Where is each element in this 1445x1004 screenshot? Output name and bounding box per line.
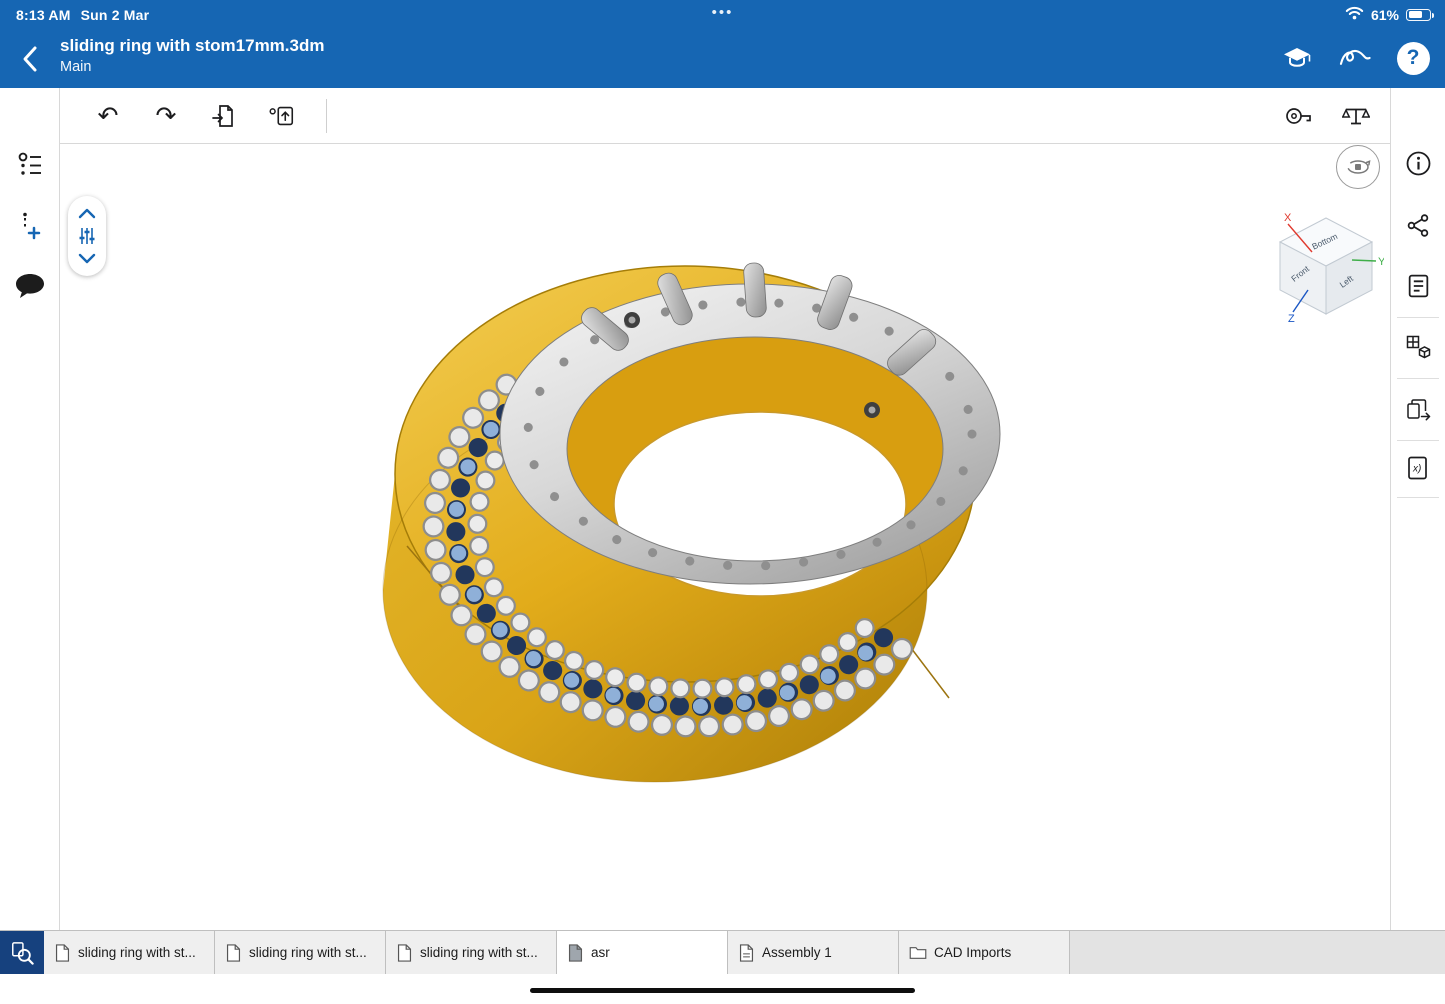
orbit-view-button[interactable] bbox=[1336, 145, 1380, 189]
learning-hub-button[interactable] bbox=[1279, 40, 1315, 76]
export-icon bbox=[211, 103, 237, 129]
filter-slider-button[interactable] bbox=[76, 227, 98, 245]
battery-icon bbox=[1406, 9, 1431, 21]
design-space-label: Main bbox=[60, 59, 324, 75]
document-icon bbox=[567, 943, 584, 963]
document-icon bbox=[54, 943, 71, 963]
undo-button[interactable]: ↶ bbox=[94, 102, 122, 130]
toolbar-divider bbox=[326, 99, 327, 133]
tab-label: Assembly 1 bbox=[762, 945, 832, 960]
status-bar: 8:13 AM Sun 2 Mar ••• 61% bbox=[0, 0, 1445, 30]
help-icon: ? bbox=[1397, 42, 1430, 75]
measure-button[interactable] bbox=[1284, 102, 1312, 130]
chevron-down-icon bbox=[77, 253, 97, 265]
document-icon bbox=[396, 943, 413, 963]
left-sidebar bbox=[0, 88, 60, 930]
tab-label: CAD Imports bbox=[934, 945, 1011, 960]
back-button[interactable] bbox=[14, 42, 46, 76]
tab-assembly-1[interactable]: Assembly 1 bbox=[728, 931, 899, 974]
notes-button[interactable] bbox=[1401, 269, 1435, 303]
axis-z-label: Z bbox=[1288, 313, 1295, 324]
step-down-button[interactable] bbox=[76, 250, 98, 268]
axis-y-label: Y bbox=[1378, 256, 1384, 268]
script-glyph: x) bbox=[1412, 463, 1421, 474]
axis-x-label: X bbox=[1284, 212, 1292, 224]
document-icon bbox=[225, 943, 242, 963]
balance-scale-icon bbox=[1342, 104, 1370, 128]
history-slider-control bbox=[68, 196, 106, 276]
orbit-icon bbox=[1345, 154, 1371, 180]
folder-icon bbox=[909, 945, 927, 961]
pencil-gestures-button[interactable] bbox=[1337, 40, 1373, 76]
redo-button[interactable]: ↷ bbox=[152, 102, 180, 130]
search-preview-button[interactable] bbox=[0, 931, 44, 974]
document-tab-bar: sliding ring with st... sliding ring wit… bbox=[0, 930, 1445, 974]
items-list-button[interactable] bbox=[14, 148, 46, 180]
grid-cube-icon bbox=[1405, 334, 1432, 361]
comments-button[interactable] bbox=[14, 270, 46, 302]
view-modes-button[interactable] bbox=[1401, 330, 1435, 364]
help-button[interactable]: ? bbox=[1395, 40, 1431, 76]
tab-document-1[interactable]: sliding ring with st... bbox=[44, 931, 215, 974]
measure-tape-icon bbox=[1284, 104, 1312, 128]
document-title: sliding ring with stom17mm.3dm bbox=[60, 36, 324, 56]
info-icon bbox=[1405, 150, 1432, 177]
export-button[interactable] bbox=[210, 102, 238, 130]
tab-cad-imports[interactable]: CAD Imports bbox=[899, 931, 1070, 974]
add-item-icon bbox=[15, 211, 45, 241]
info-button[interactable] bbox=[1401, 146, 1435, 180]
sliders-icon bbox=[77, 226, 97, 246]
share-icon bbox=[1406, 213, 1431, 238]
insert-icon bbox=[268, 103, 296, 129]
bottom-strip bbox=[0, 974, 1445, 1004]
gesture-squiggle-icon bbox=[1339, 46, 1372, 70]
right-sidebar: x) bbox=[1390, 88, 1445, 930]
share-button[interactable] bbox=[1401, 208, 1435, 242]
chevron-up-icon bbox=[77, 207, 97, 219]
script-function-icon: x) bbox=[1405, 455, 1431, 482]
tab-label: sliding ring with st... bbox=[249, 945, 367, 960]
viewport-3d[interactable]: X Y Z Bottom Front Left bbox=[60, 144, 1390, 930]
tab-label: asr bbox=[591, 945, 610, 960]
tab-document-3[interactable]: sliding ring with st... bbox=[386, 931, 557, 974]
document-list-icon bbox=[1406, 273, 1431, 299]
search-icon bbox=[10, 941, 34, 965]
ring-model bbox=[60, 144, 1390, 930]
script-button[interactable]: x) bbox=[1401, 451, 1435, 485]
tab-label: sliding ring with st... bbox=[78, 945, 196, 960]
back-chevron-icon bbox=[20, 44, 40, 74]
battery-percent: 61% bbox=[1371, 7, 1399, 23]
view-cube[interactable]: X Y Z Bottom Front Left bbox=[1268, 208, 1384, 324]
title-bar: sliding ring with stom17mm.3dm Main ? bbox=[0, 30, 1445, 88]
tab-label: sliding ring with st... bbox=[420, 945, 538, 960]
duplicate-arrow-icon bbox=[1405, 397, 1432, 424]
add-item-button[interactable] bbox=[14, 210, 46, 242]
tab-document-2[interactable]: sliding ring with st... bbox=[215, 931, 386, 974]
tab-asr-active[interactable]: asr bbox=[557, 931, 728, 974]
document-icon bbox=[738, 943, 755, 963]
comment-bubble-icon bbox=[14, 272, 46, 300]
top-toolbar: ↶ ↷ bbox=[60, 88, 1390, 144]
app-header: 8:13 AM Sun 2 Mar ••• 61% slidi bbox=[0, 0, 1445, 88]
items-tree-icon bbox=[15, 149, 45, 179]
graduation-cap-icon bbox=[1282, 46, 1312, 70]
step-up-button[interactable] bbox=[76, 204, 98, 222]
multitask-dots-icon: ••• bbox=[0, 4, 1445, 21]
wifi-icon bbox=[1345, 6, 1364, 23]
insert-button[interactable] bbox=[268, 102, 296, 130]
redo-icon: ↷ bbox=[156, 103, 177, 128]
undo-icon: ↶ bbox=[98, 103, 119, 128]
calibrate-button[interactable] bbox=[1342, 102, 1370, 130]
copy-views-button[interactable] bbox=[1401, 393, 1435, 427]
home-indicator[interactable] bbox=[530, 988, 915, 993]
